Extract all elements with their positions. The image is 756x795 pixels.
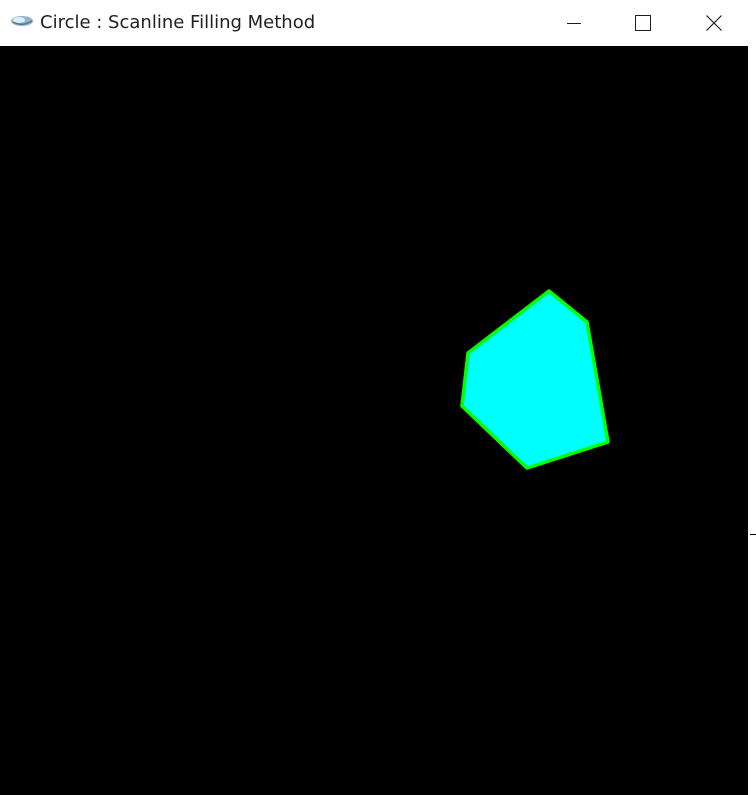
minimize-icon [567,16,581,30]
title-bar[interactable]: Circle : Scanline Filling Method [0,0,748,46]
maximize-button[interactable] [609,0,677,46]
window-right-edge [748,0,756,795]
close-button[interactable] [680,0,748,46]
drawing-canvas[interactable] [0,46,748,795]
edge-tick-mark [750,534,756,535]
canvas-svg [460,289,610,470]
window-title: Circle : Scanline Filling Method [40,12,316,33]
minimize-button[interactable] [540,0,608,46]
app-icon [10,13,34,29]
close-icon [706,15,722,31]
filled-polygon [460,289,610,470]
maximize-icon [635,15,651,31]
app-window: Circle : Scanline Filling Method [0,0,756,795]
